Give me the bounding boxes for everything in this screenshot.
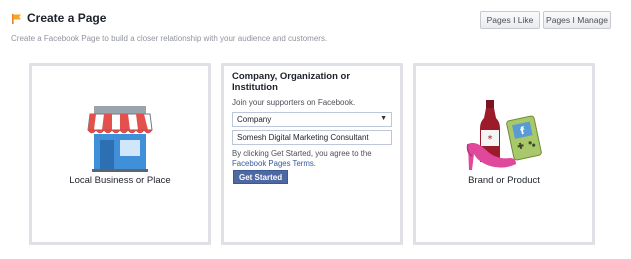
brand-products-icon: * f: [466, 100, 542, 170]
category-select[interactable]: Company ▼: [232, 112, 392, 127]
pages-i-like-button[interactable]: Pages I Like: [480, 11, 540, 29]
svg-text:*: *: [488, 134, 493, 145]
storefront-icon: [87, 106, 153, 172]
company-card-title: Company, Organization or Institution: [232, 71, 351, 93]
brand-product-label: Brand or Product: [468, 175, 540, 186]
get-started-button[interactable]: Get Started: [233, 170, 289, 184]
company-card: Company, Organization or Institution Joi…: [221, 63, 403, 245]
local-business-label: Local Business or Place: [69, 175, 171, 186]
terms-suffix: .: [313, 159, 316, 168]
local-business-card[interactable]: Local Business or Place: [29, 63, 211, 245]
category-select-value: Company: [237, 115, 272, 124]
page-title: Create a Page: [27, 11, 107, 25]
facebook-pages-terms-link[interactable]: Facebook Pages Terms: [232, 159, 314, 168]
brand-product-card[interactable]: * f Brand or Product: [413, 63, 595, 245]
terms-prefix: By clicking Get Started, you agree to th…: [232, 149, 372, 158]
dropdown-arrow-icon: ▼: [380, 115, 387, 122]
pages-i-manage-button[interactable]: Pages I Manage: [543, 11, 611, 29]
page-name-input[interactable]: [232, 130, 392, 145]
terms-text: By clicking Get Started, you agree to th…: [232, 149, 397, 169]
page-subtitle: Create a Facebook Page to build a closer…: [11, 34, 328, 43]
flag-icon: [12, 14, 21, 24]
company-card-subtitle: Join your supporters on Facebook.: [232, 98, 356, 107]
